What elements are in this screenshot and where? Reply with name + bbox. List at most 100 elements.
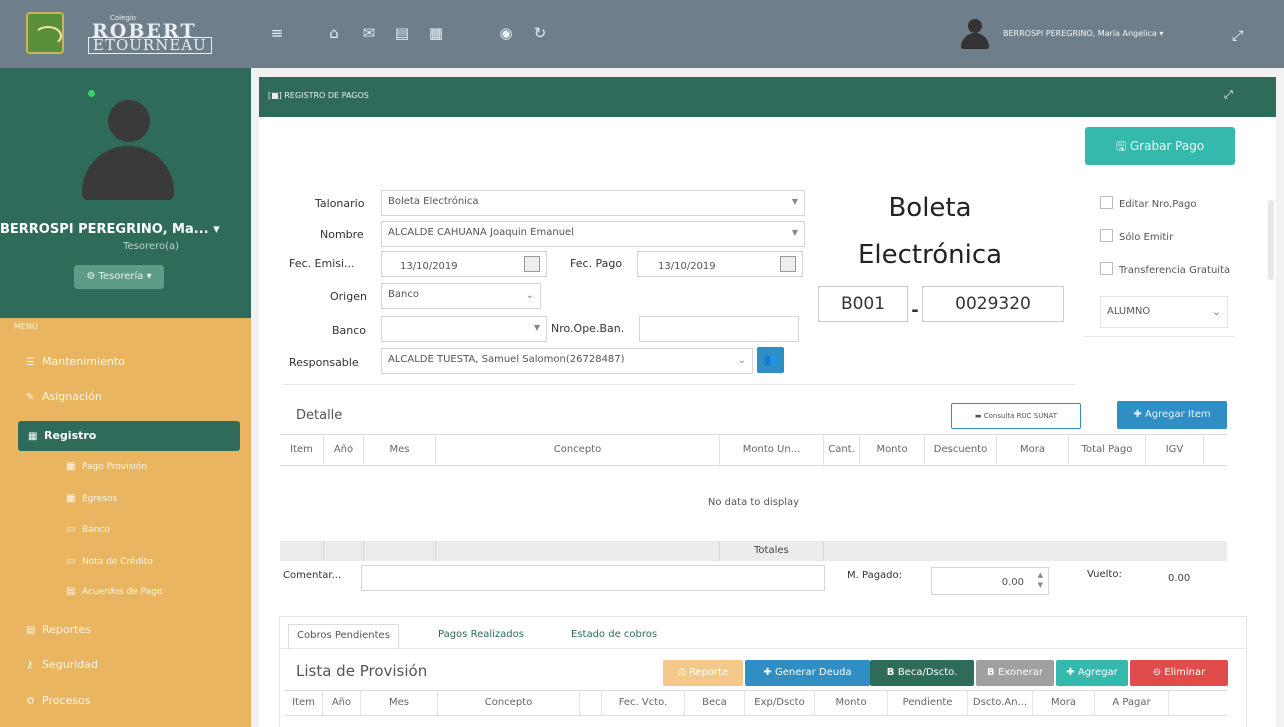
exonerar-button-label: Exonerar [998, 667, 1043, 678]
users-icon[interactable]: 👥 [757, 347, 784, 373]
sidebar-subitem-nota-credito[interactable]: ▭ Nota de Crédito [0, 550, 251, 574]
talonario-select[interactable]: Boleta Electrónica ▼ [381, 190, 805, 216]
report-button[interactable]: ⎙ Reporte [663, 660, 743, 686]
comentario-input[interactable] [361, 565, 825, 591]
tab-pagos-realizados[interactable]: Pagos Realizados [438, 624, 524, 648]
column-header[interactable]: Item [280, 435, 324, 465]
column-header[interactable]: Dscto.An... [968, 691, 1033, 715]
column-header[interactable]: Mes [361, 691, 438, 715]
checkbox-box[interactable] [1100, 262, 1113, 275]
agregar-button[interactable]: ✚ Agregar [1056, 660, 1128, 686]
fec-emision-input[interactable]: 13/10/2019 [381, 251, 547, 277]
editar-nro-pago-checkbox[interactable]: Editar Nro.Pago [1100, 196, 1196, 210]
responsable-value: ALCALDE TUESTA, Samuel Salomon(26728487) [388, 354, 625, 365]
panel-title-text: REGISTRO DE PAGOS [284, 91, 369, 100]
checkbox-label: Editar Nro.Pago [1119, 199, 1197, 210]
document-icon[interactable]: ▤ [391, 22, 413, 44]
sidebar-item-reportes[interactable]: ▤ Reportes [0, 615, 251, 645]
responsable-select[interactable]: ALCALDE TUESTA, Samuel Salomon(26728487)… [381, 348, 753, 374]
banco-select[interactable]: ▼ [381, 316, 547, 342]
column-header[interactable]: Año [324, 435, 364, 465]
user-menu[interactable]: BERROSPI PEREGRINO, María Angelica ▾ [1003, 29, 1163, 38]
column-header[interactable]: Descuento [925, 435, 997, 465]
checkbox-box[interactable] [1100, 229, 1113, 242]
panel-expand-icon[interactable]: ⤢ [1224, 88, 1233, 102]
role-dropdown-button[interactable]: ⚙ Tesorería ▾ [74, 265, 164, 289]
camera-icon[interactable]: ◉ [495, 22, 517, 44]
home-icon[interactable]: ⌂ [323, 22, 345, 44]
column-header[interactable]: Concepto [436, 435, 720, 465]
spinner-icon[interactable]: ▲ ▼ [1038, 570, 1043, 590]
sidebar-item-seguridad[interactable]: ⚷ Seguridad [0, 650, 251, 680]
column-header[interactable]: Exp/Dscto [745, 691, 815, 715]
calendar-icon[interactable] [524, 256, 540, 272]
column-header[interactable]: Concepto [438, 691, 580, 715]
column-header[interactable]: Mora [997, 435, 1069, 465]
sidebar-subitem-pago-provision[interactable]: ▦ Pago Provisión [0, 455, 251, 479]
column-header[interactable]: Item [285, 691, 323, 715]
document-icon: ▤ [66, 586, 76, 597]
sidebar-item-procesos[interactable]: ⚙ Procesos [0, 686, 251, 716]
bold-b-icon: B [987, 667, 999, 678]
chevron-down-icon: ⌄ [737, 355, 746, 366]
add-item-button[interactable]: ✚ Agregar Item [1117, 401, 1227, 429]
divider [1084, 336, 1234, 337]
monto-pagado-input[interactable]: 0.00 ▲ ▼ [931, 567, 1049, 595]
sidebar-subitem-acuerdos[interactable]: ▤ Acuerdos de Pago [0, 580, 251, 604]
calendar-icon[interactable]: ▦ [425, 22, 447, 44]
transferencia-gratuita-checkbox[interactable]: Transferencia Gratuita [1100, 262, 1230, 276]
column-header[interactable]: IGV [1146, 435, 1204, 465]
tab-cobros-pendientes[interactable]: Cobros Pendientes [288, 624, 399, 650]
school-logo-icon[interactable] [26, 12, 64, 54]
exonerar-button[interactable]: B Exonerar [976, 660, 1054, 686]
list-icon: ☰ [26, 357, 35, 368]
sidebar-item-label: Procesos [42, 694, 91, 707]
solo-emitir-checkbox[interactable]: Sólo Emitir [1100, 229, 1173, 243]
beca-button[interactable]: B Beca/Dscto. [870, 660, 974, 686]
sidebar-item-mantenimiento[interactable]: ☰ Mantenimiento [0, 347, 251, 377]
table-icon: ▦ [66, 461, 76, 472]
eliminar-button[interactable]: ⊖ Eliminar [1130, 660, 1228, 686]
calendar-icon[interactable] [780, 256, 796, 272]
user-avatar[interactable] [960, 19, 990, 51]
column-header[interactable]: A Pagar [1095, 691, 1169, 715]
column-header[interactable]: Monto Un... [720, 435, 824, 465]
column-header[interactable]: Pendiente [888, 691, 968, 715]
fullscreen-icon[interactable]: ⤢ [1232, 28, 1243, 44]
column-header[interactable]: Mes [364, 435, 436, 465]
nombre-select[interactable]: ALCALDE CAHUANA Joaquin Emanuel ▼ [381, 221, 805, 247]
column-header[interactable]: Mora [1033, 691, 1095, 715]
column-header[interactable]: Año [323, 691, 361, 715]
generar-deuda-button[interactable]: ✚ Generar Deuda [745, 660, 870, 686]
checkbox-box[interactable] [1100, 196, 1113, 209]
nro-ope-label: Nro.Ope.Ban. [551, 322, 625, 335]
column-header[interactable]: Total Pago [1069, 435, 1146, 465]
tipo-select[interactable]: ALUMNO ⌄ [1100, 296, 1228, 328]
consulta-ruc-button[interactable]: ▬ Consulta RUC SUNAT [951, 403, 1081, 429]
sidebar-subitem-banco[interactable]: ▭ Banco [0, 518, 251, 542]
sunat-icon: ▬ [974, 412, 984, 420]
save-payment-button[interactable]: 🖫 Grabar Pago [1085, 127, 1235, 165]
tab-estado-cobros[interactable]: Estado de cobros [571, 624, 657, 648]
column-header[interactable]: Cant. [824, 435, 860, 465]
column-header[interactable]: Beca [685, 691, 745, 715]
chevron-down-icon: ⌄ [525, 290, 534, 301]
column-header[interactable]: Monto [860, 435, 925, 465]
refresh-icon[interactable]: ↻ [529, 22, 551, 44]
profile-name[interactable]: BERROSPI PEREGRINO, Ma... ▾ [0, 222, 251, 237]
column-header[interactable]: Monto [815, 691, 888, 715]
fec-pago-input[interactable]: 13/10/2019 [637, 251, 803, 277]
sidebar-item-label: Registro [44, 429, 97, 442]
sidebar-item-registro[interactable]: ▦ Registro [18, 421, 240, 451]
sidebar-item-asignacion[interactable]: ✎ Asignación [0, 382, 251, 412]
menu-icon[interactable]: ≡ [266, 22, 288, 44]
scrollbar[interactable] [1268, 200, 1274, 280]
mail-icon[interactable]: ✉ [358, 22, 380, 44]
checkbox-label: Transferencia Gratuita [1119, 265, 1231, 276]
column-header[interactable] [580, 691, 602, 715]
column-header[interactable]: Fec. Vcto. [602, 691, 685, 715]
sidebar-subitem-egresos[interactable]: ▦ Egresos [0, 487, 251, 511]
nro-ope-input[interactable] [639, 316, 799, 342]
origen-select[interactable]: Banco ⌄ [381, 283, 541, 309]
document-serie: B001 [818, 286, 908, 322]
